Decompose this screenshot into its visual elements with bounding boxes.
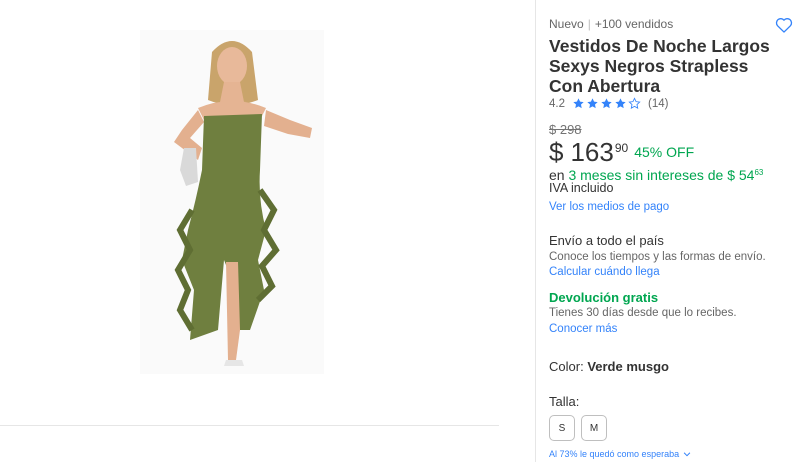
- star-icon: [615, 98, 626, 109]
- gallery-divider: [0, 425, 499, 426]
- size-option-m[interactable]: M: [581, 415, 607, 441]
- price-integer: 163: [570, 137, 614, 167]
- product-subtitle: Nuevo | +100 vendidos: [549, 17, 673, 31]
- fit-note: Al 73% le quedó como esperaba: [549, 449, 680, 459]
- sold-count: +100 vendidos: [594, 17, 674, 31]
- installments-cents: 63: [754, 168, 764, 177]
- buy-panel: Nuevo | +100 vendidos Vestidos De Noche La…: [535, 0, 800, 462]
- returns-subtitle: Tienes 30 días desde que lo recibes.: [549, 307, 737, 319]
- star-icon: [601, 98, 612, 109]
- subtitle-separator: |: [587, 17, 591, 31]
- price-cents: 90: [614, 141, 629, 155]
- condition-label: Nuevo: [549, 17, 584, 31]
- rating-stars: [572, 97, 642, 110]
- current-price: $ 163 90 45% OFF: [549, 136, 694, 168]
- heart-icon[interactable]: [774, 15, 794, 35]
- discount-badge: 45% OFF: [634, 144, 695, 160]
- rating-count: (14): [648, 97, 669, 110]
- product-photo-image: [140, 30, 324, 374]
- size-options: S M: [549, 415, 613, 441]
- color-label: Color:: [549, 359, 584, 374]
- shipping-title: Envío a todo el país: [549, 233, 664, 248]
- star-icon: [573, 98, 584, 109]
- original-price: $ 298: [549, 122, 582, 137]
- tax-note: IVA incluido: [549, 181, 614, 195]
- product-title: Vestidos De Noche Largos Sexys Negros St…: [549, 36, 770, 96]
- size-label: Talla:: [549, 394, 580, 409]
- color-selection: Color: Verde musgo: [549, 359, 669, 374]
- price-currency: $: [549, 137, 564, 167]
- shipping-calc-link[interactable]: Calcular cuándo llega: [549, 266, 660, 278]
- fit-feedback[interactable]: Al 73% le quedó como esperaba: [549, 449, 692, 459]
- returns-title: Devolución gratis: [549, 290, 659, 305]
- chevron-down-icon: [683, 452, 691, 457]
- shipping-subtitle: Conoce los tiempos y las formas de envío…: [549, 251, 766, 263]
- returns-link[interactable]: Conocer más: [549, 323, 617, 335]
- payment-methods-link[interactable]: Ver los medios de pago: [549, 201, 669, 213]
- product-gallery: [0, 0, 520, 462]
- rating-summary[interactable]: 4.2 (14): [549, 97, 668, 110]
- size-option-s[interactable]: S: [549, 415, 575, 441]
- color-value: Verde musgo: [587, 359, 669, 374]
- star-icon: [587, 98, 598, 109]
- product-photo[interactable]: [140, 30, 324, 374]
- star-outline-icon: [628, 97, 641, 109]
- rating-value: 4.2: [549, 97, 565, 110]
